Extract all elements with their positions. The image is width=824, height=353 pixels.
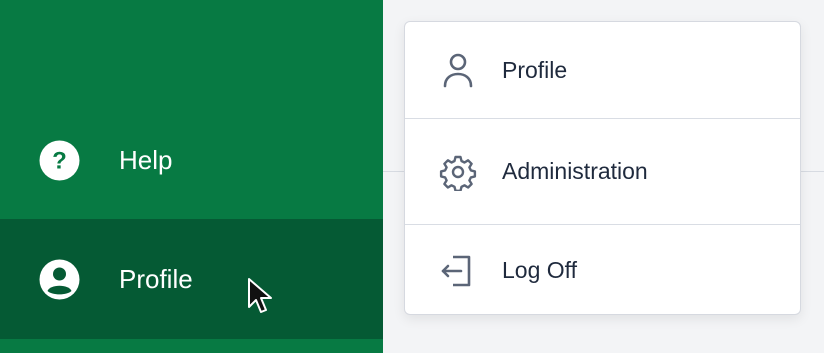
menu-item-label: Log Off bbox=[502, 257, 578, 283]
menu-item-log-off[interactable]: Log Off bbox=[405, 225, 800, 314]
sidebar: ? Help Profile bbox=[0, 0, 383, 353]
sidebar-item-label: Help bbox=[119, 144, 173, 175]
menu-item-administration[interactable]: Administration bbox=[405, 119, 800, 225]
user-circle-icon bbox=[38, 258, 81, 301]
gear-icon bbox=[439, 153, 477, 191]
sidebar-item-profile[interactable]: Profile bbox=[0, 219, 383, 339]
svg-text:?: ? bbox=[52, 147, 67, 174]
mouse-cursor-icon bbox=[248, 278, 272, 313]
menu-item-label: Profile bbox=[502, 56, 568, 83]
menu-item-label: Administration bbox=[502, 158, 648, 184]
logout-icon bbox=[439, 252, 477, 290]
sidebar-item-help[interactable]: ? Help bbox=[0, 100, 383, 220]
user-icon bbox=[439, 51, 477, 89]
menu-item-profile[interactable]: Profile bbox=[405, 22, 800, 119]
help-circle-icon: ? bbox=[38, 139, 81, 182]
sidebar-item-label: Profile bbox=[119, 263, 193, 294]
profile-dropdown-menu: Profile Administration Log Off bbox=[404, 21, 801, 315]
